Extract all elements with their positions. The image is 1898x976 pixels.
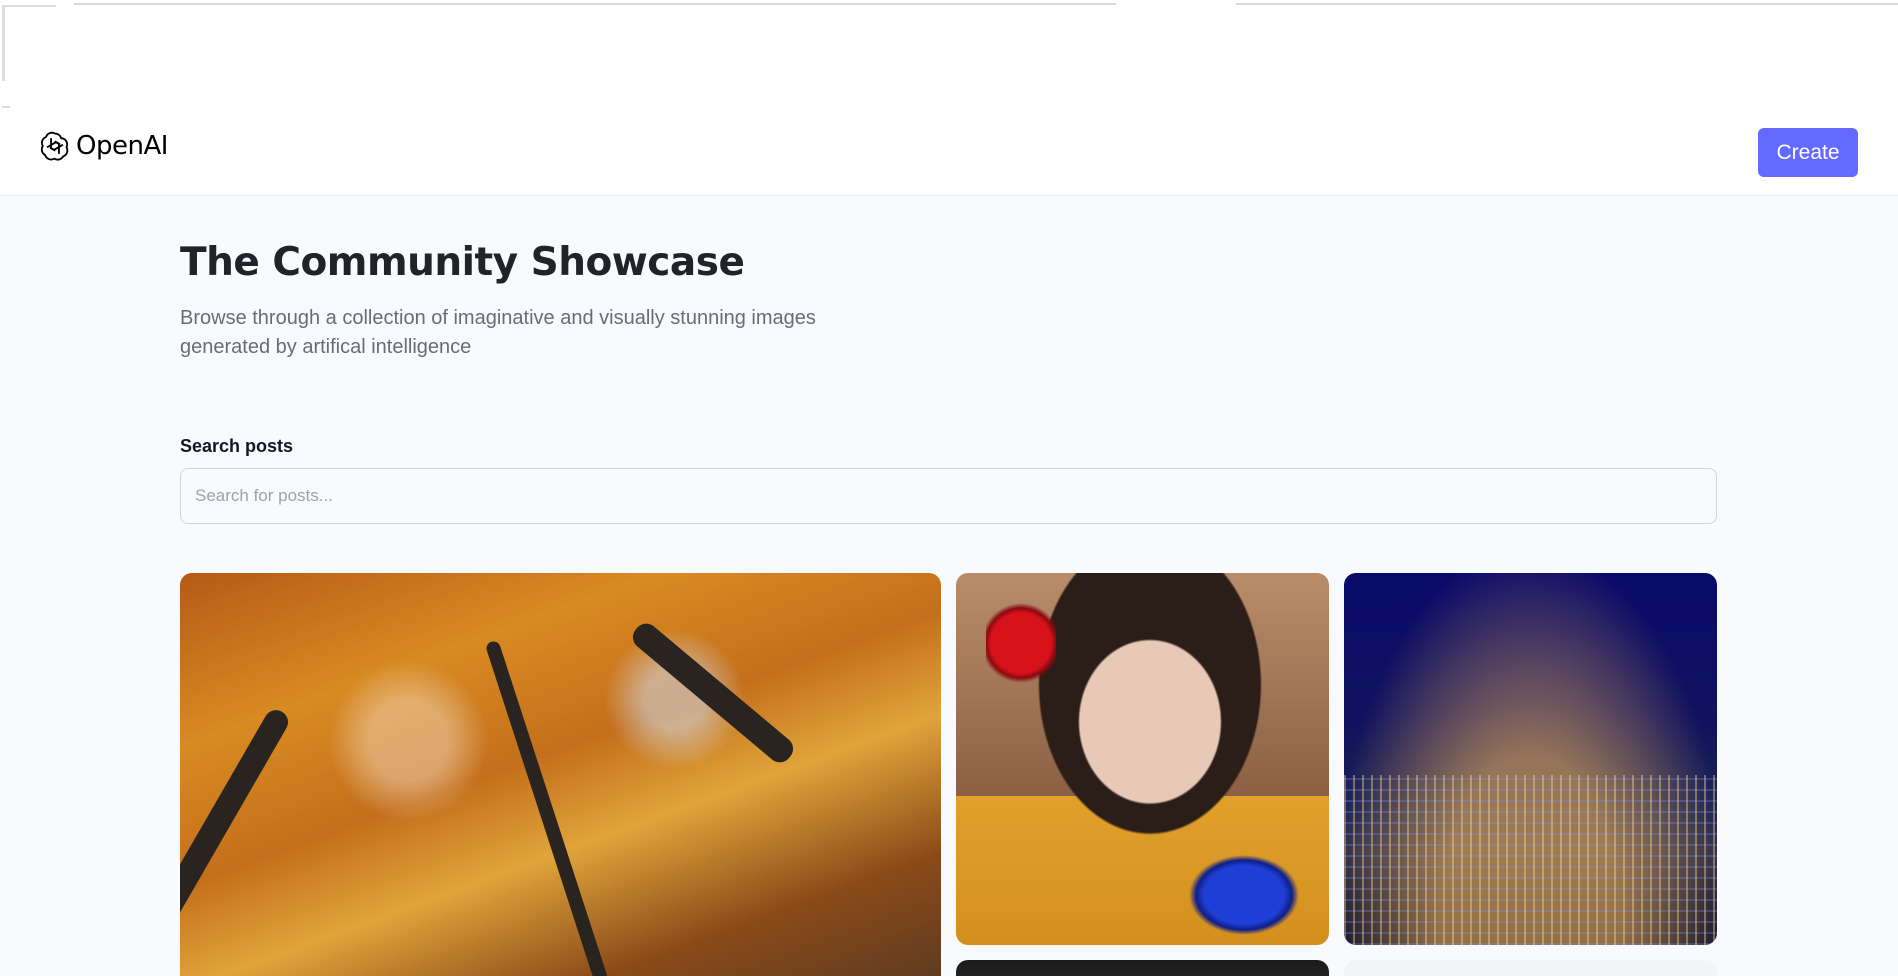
image-detail <box>628 618 798 768</box>
image-detail <box>1344 775 1717 945</box>
gallery-card-autumn-trees[interactable] <box>180 573 941 976</box>
gallery-card-city-night[interactable] <box>1344 573 1717 945</box>
openai-logo-icon <box>40 131 69 161</box>
chrome-frame-corner <box>2 5 56 81</box>
image-detail <box>180 705 293 961</box>
gallery-card-dark[interactable] <box>956 960 1329 976</box>
browser-chrome-area <box>0 0 1898 108</box>
main-content: The Community Showcase Browse through a … <box>0 196 1898 976</box>
gallery-card-light[interactable] <box>1344 960 1717 976</box>
image-detail <box>484 639 610 976</box>
logo-link[interactable]: OpenAI <box>38 126 168 166</box>
search-label: Search posts <box>180 436 294 456</box>
chrome-divider <box>1236 3 1898 5</box>
chrome-divider <box>74 3 1116 5</box>
search-input[interactable] <box>180 468 1717 524</box>
gallery-card-portrait[interactable] <box>956 573 1329 945</box>
page-title: The Community Showcase <box>180 240 745 285</box>
image-detail <box>1189 855 1299 935</box>
site-header: OpenAI Create <box>0 108 1898 196</box>
create-button[interactable]: Create <box>1758 128 1858 177</box>
logo-text: OpenAI <box>76 131 168 161</box>
page-subtitle: Browse through a collection of imaginati… <box>180 307 816 358</box>
image-detail <box>986 603 1056 683</box>
